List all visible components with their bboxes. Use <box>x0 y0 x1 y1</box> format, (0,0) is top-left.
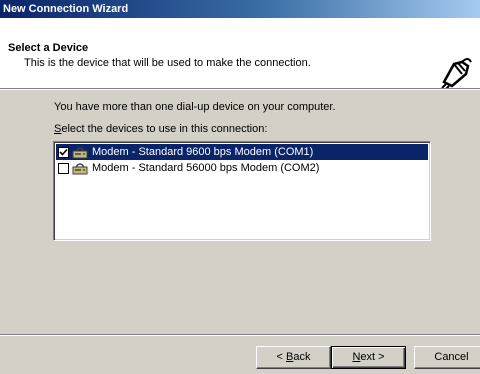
page-title: Select a Device <box>8 42 89 54</box>
device-item-com2[interactable]: Modem - Standard 56000 bps Modem (COM2) <box>56 160 428 176</box>
intro-text: You have more than one dial-up device on… <box>54 101 336 113</box>
next-button[interactable]: Next > <box>331 346 406 369</box>
device-checkbox-com1[interactable] <box>58 146 69 158</box>
checkmark-icon <box>59 148 68 156</box>
device-list-label: Select the devices to use in this connec… <box>54 123 268 135</box>
title-bar: New Connection Wizard <box>0 0 480 18</box>
device-checkbox-com2[interactable] <box>58 162 69 174</box>
wizard-header: Select a Device This is the device that … <box>0 18 480 90</box>
back-button[interactable]: < Back <box>256 346 331 369</box>
device-list[interactable]: Modem - Standard 9600 bps Modem (COM1) M… <box>53 141 431 241</box>
telephone-connector-icon <box>438 54 474 90</box>
device-item-com1[interactable]: Modem - Standard 9600 bps Modem (COM1) <box>56 144 428 160</box>
modem-icon <box>72 163 88 175</box>
page-subtitle: This is the device that will be used to … <box>24 57 311 69</box>
cancel-button[interactable]: Cancel <box>414 346 480 369</box>
device-label: Modem - Standard 56000 bps Modem (COM2) <box>92 162 320 174</box>
modem-icon <box>72 147 88 159</box>
window-title: New Connection Wizard <box>3 3 129 15</box>
device-label: Modem - Standard 9600 bps Modem (COM1) <box>92 146 314 158</box>
